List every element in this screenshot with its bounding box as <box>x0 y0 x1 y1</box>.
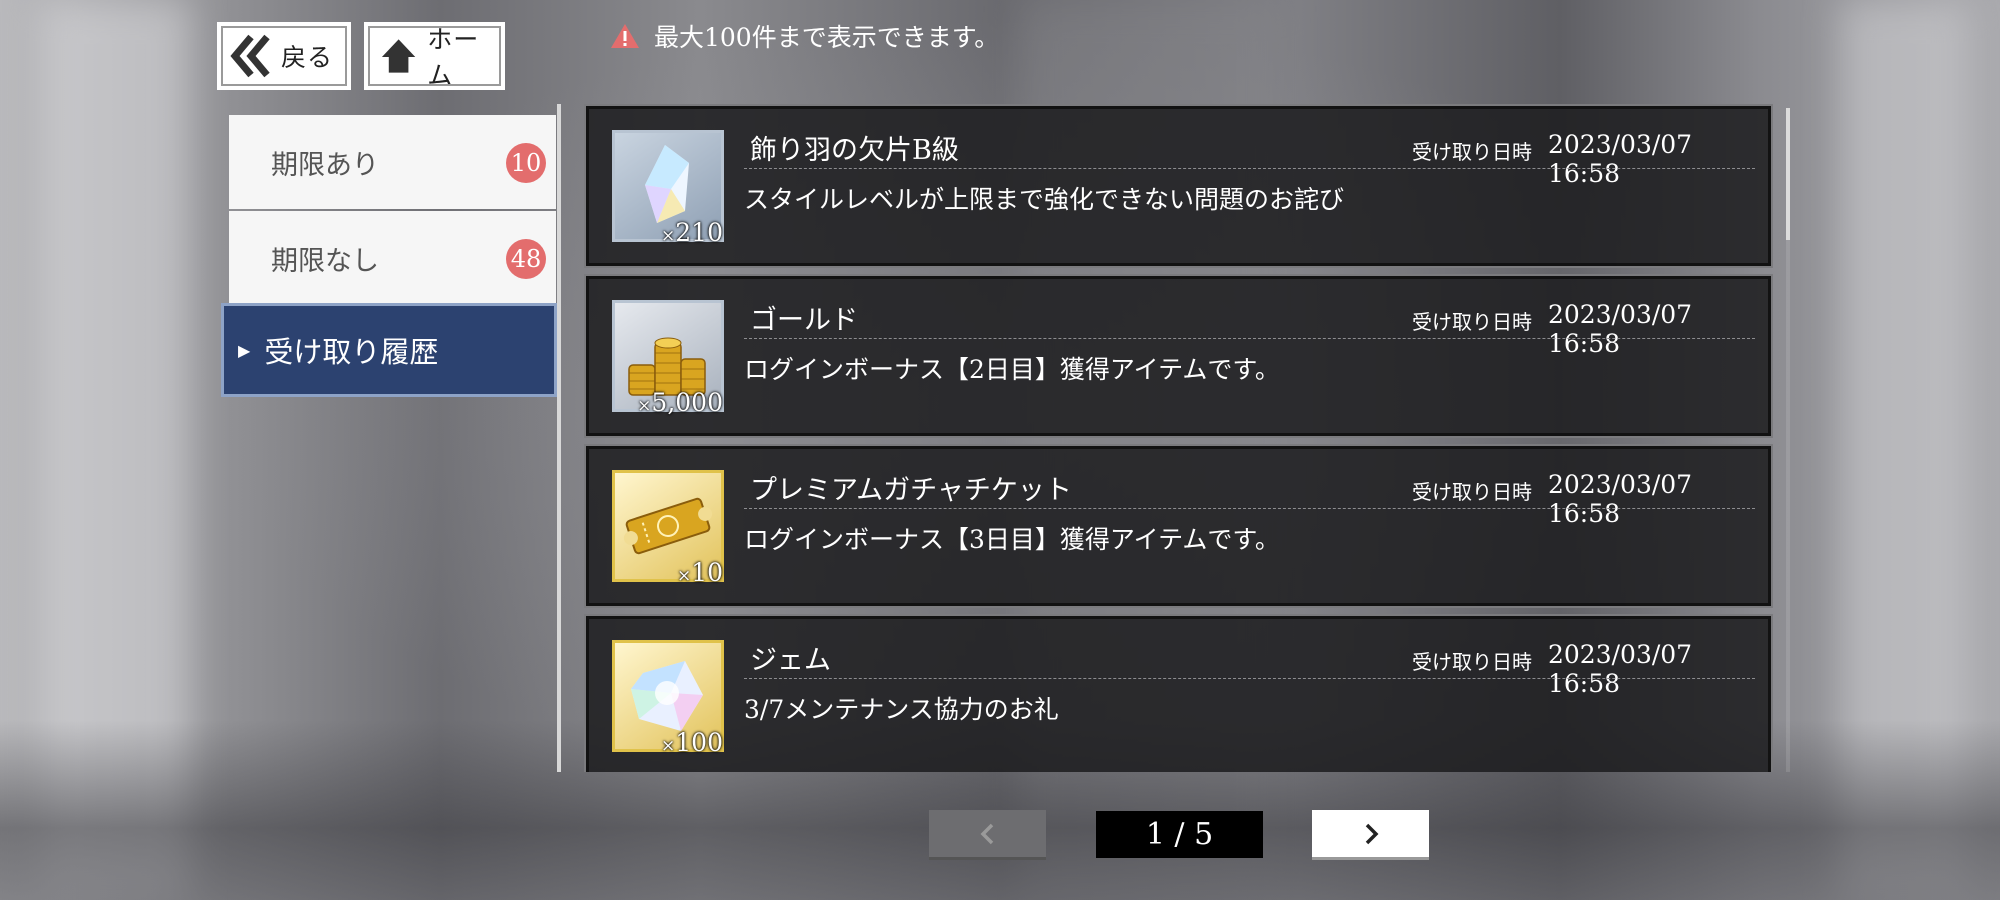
back-button-label: 戻る <box>281 43 334 72</box>
back-button[interactable]: 戻る <box>217 22 351 90</box>
notice-text: 最大100件まで表示できます。 <box>654 23 1000 52</box>
page-indicator: 1 / 5 <box>1096 811 1263 858</box>
item-quantity: ×210 <box>661 218 723 247</box>
divider <box>744 508 1755 509</box>
list-item: ×210 飾り羽の欠片B級 受け取り日時 2023/03/07 16:58 スタ… <box>584 104 1773 268</box>
item-title: 飾り羽の欠片B級 <box>750 135 959 166</box>
notice: 最大100件まで表示できます。 <box>610 18 999 54</box>
item-quantity: ×5,000 <box>637 388 723 417</box>
warning-icon <box>611 24 639 48</box>
received-date: 2023/03/07 16:58 <box>1548 130 1693 188</box>
feather-shard-icon: ×210 <box>612 130 724 247</box>
list-item: ×10 プレミアムガチャチケット 受け取り日時 2023/03/07 16:58… <box>584 444 1773 608</box>
gold-coins-icon: ×5,000 <box>612 300 724 417</box>
item-title: ジェム <box>750 645 831 676</box>
item-description: 3/7メンテナンス協力のお礼 <box>744 695 1059 724</box>
home-icon <box>381 39 416 73</box>
divider <box>744 168 1755 169</box>
list-item: ×100 ジェム 受け取り日時 2023/03/07 16:58 3/7メンテナ… <box>584 614 1773 772</box>
next-page-button[interactable] <box>1312 810 1429 860</box>
divider <box>744 338 1755 339</box>
sidebar-divider <box>557 104 561 772</box>
history-list[interactable]: ×210 飾り羽の欠片B級 受け取り日時 2023/03/07 16:58 スタ… <box>584 104 1773 772</box>
sidebar-item-history[interactable]: ▶ 受け取り履歴 <box>221 303 557 397</box>
received-date: 2023/03/07 16:58 <box>1548 640 1693 698</box>
previous-page-button[interactable] <box>929 810 1046 860</box>
scrollbar-thumb[interactable] <box>1786 108 1790 240</box>
item-description: ログインボーナス【3日目】獲得アイテムです。 <box>744 525 1280 554</box>
sidebar-item-label: 期限なし <box>271 245 379 277</box>
received-label: 受け取り日時 <box>1412 140 1532 164</box>
sidebar-item-with-deadline[interactable]: 期限あり 10 <box>229 115 556 209</box>
item-title: ゴールド <box>750 305 858 336</box>
item-description: ログインボーナス【2日目】獲得アイテムです。 <box>744 355 1280 384</box>
home-button-label: ホーム <box>427 25 480 90</box>
home-button[interactable]: ホーム <box>364 22 505 90</box>
received-date: 2023/03/07 16:58 <box>1548 470 1693 528</box>
item-quantity: ×10 <box>676 558 723 587</box>
count-badge: 48 <box>506 239 546 279</box>
received-label: 受け取り日時 <box>1412 650 1532 674</box>
item-title: プレミアムガチャチケット <box>750 475 1072 506</box>
chevron-left-icon <box>980 823 993 844</box>
chevron-right-icon <box>1365 823 1378 844</box>
double-chevron-left-icon <box>230 34 270 78</box>
item-description: スタイルレベルが上限まで強化できない問題のお詫び <box>744 185 1345 214</box>
play-arrow-icon: ▶ <box>238 340 251 360</box>
received-label: 受け取り日時 <box>1412 480 1532 504</box>
received-date: 2023/03/07 16:58 <box>1548 300 1693 358</box>
gacha-ticket-icon: ×10 <box>612 470 724 587</box>
received-label: 受け取り日時 <box>1412 310 1532 334</box>
item-quantity: ×100 <box>661 728 723 757</box>
gem-icon: ×100 <box>612 640 724 757</box>
list-item: ×5,000 ゴールド 受け取り日時 2023/03/07 16:58 ログイン… <box>584 274 1773 438</box>
count-badge: 10 <box>506 143 546 183</box>
sidebar-item-no-deadline[interactable]: 期限なし 48 <box>229 211 556 305</box>
sidebar-item-label: 期限あり <box>271 149 379 181</box>
divider <box>744 678 1755 679</box>
sidebar-item-label: 受け取り履歴 <box>264 335 439 369</box>
